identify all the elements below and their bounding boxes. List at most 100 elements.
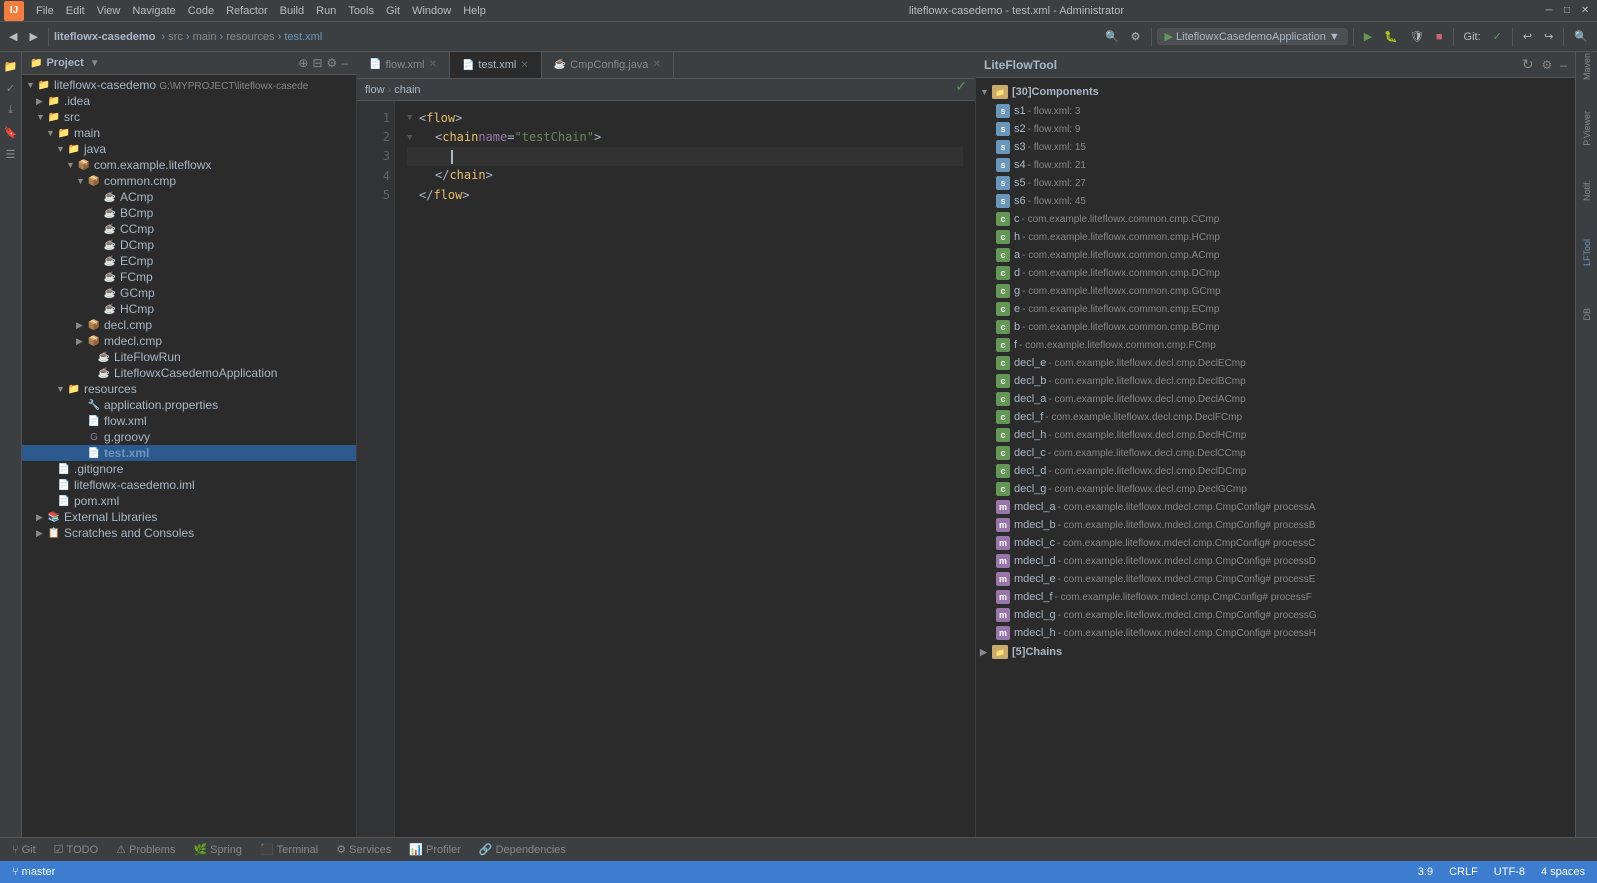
tree-iml[interactable]: 📄 liteflowx-casedemo.iml bbox=[22, 477, 356, 493]
fold-btn-2[interactable]: ▼ bbox=[407, 131, 419, 145]
toolbar-search2[interactable]: 🔍 bbox=[1569, 28, 1593, 45]
liteflow-tool-settings[interactable]: ⚙ bbox=[1542, 58, 1553, 72]
rt-item-decl-d[interactable]: c decl_d - com.example.liteflowx.decl.cm… bbox=[976, 462, 1575, 480]
tree-root[interactable]: 📁 liteflowx-casedemo G:\MYPROJECT\litefl… bbox=[22, 77, 356, 93]
breadcrumb-chain[interactable]: chain bbox=[394, 84, 420, 96]
rt-item-decl-h[interactable]: c decl_h - com.example.liteflowx.decl.cm… bbox=[976, 426, 1575, 444]
tree-test-xml[interactable]: 📄 test.xml bbox=[22, 445, 356, 461]
sidebar-structure-icon[interactable]: ☰ bbox=[1, 144, 21, 164]
rt-item-s3[interactable]: s s3 - flow.xml: 15 bbox=[976, 138, 1575, 156]
rt-item-mdecl-f[interactable]: m mdecl_f - com.example.liteflowx.mdecl.… bbox=[976, 588, 1575, 606]
status-line-col[interactable]: 3:9 bbox=[1414, 866, 1437, 878]
tree-decl-cmp[interactable]: 📦 decl.cmp bbox=[22, 317, 356, 333]
tree-gitignore[interactable]: 📄 .gitignore bbox=[22, 461, 356, 477]
win-close[interactable]: ✕ bbox=[1577, 3, 1593, 19]
pawviewer-icon[interactable]: P.Viewer bbox=[1577, 118, 1597, 138]
menu-file[interactable]: File bbox=[30, 0, 60, 22]
project-panel-settings[interactable]: ⚙ bbox=[327, 56, 338, 70]
menu-edit[interactable]: Edit bbox=[60, 0, 91, 22]
menu-run[interactable]: Run bbox=[310, 0, 342, 22]
tree-ccmp[interactable]: ☕ CCmp bbox=[22, 221, 356, 237]
tab-spring[interactable]: 🌿 Spring bbox=[185, 841, 250, 858]
win-minimize[interactable]: ─ bbox=[1541, 3, 1557, 19]
rt-item-s2[interactable]: s s2 - flow.xml: 9 bbox=[976, 120, 1575, 138]
rt-item-c[interactable]: c c - com.example.liteflowx.common.cmp.C… bbox=[976, 210, 1575, 228]
tree-package-root[interactable]: 📦 com.example.liteflowx bbox=[22, 157, 356, 173]
menu-tools[interactable]: Tools bbox=[342, 0, 380, 22]
tree-fcmp[interactable]: ☕ FCmp bbox=[22, 269, 356, 285]
rt-item-decl-c[interactable]: c decl_c - com.example.liteflowx.decl.cm… bbox=[976, 444, 1575, 462]
tree-bcmp[interactable]: ☕ BCmp bbox=[22, 205, 356, 221]
tab-test-xml-close[interactable]: ✕ bbox=[520, 60, 528, 71]
rt-item-mdecl-c[interactable]: m mdecl_c - com.example.liteflowx.mdecl.… bbox=[976, 534, 1575, 552]
tree-flow-xml[interactable]: 📄 flow.xml bbox=[22, 413, 356, 429]
rt-item-s4[interactable]: s s4 - flow.xml: 21 bbox=[976, 156, 1575, 174]
tree-hcmp[interactable]: ☕ HCmp bbox=[22, 301, 356, 317]
toolbar-git-check[interactable]: ✓ bbox=[1488, 28, 1507, 45]
tree-groovy[interactable]: G g.groovy bbox=[22, 429, 356, 445]
toolbar-redo[interactable]: ↪ bbox=[1539, 28, 1558, 45]
tree-ecmp[interactable]: ☕ ECmp bbox=[22, 253, 356, 269]
toolbar-undo[interactable]: ↩ bbox=[1518, 28, 1537, 45]
toolbar-back[interactable]: ◀ bbox=[4, 28, 22, 45]
sidebar-pullreq-icon[interactable]: ⤓ bbox=[1, 100, 21, 120]
rt-item-g[interactable]: c g - com.example.liteflowx.common.cmp.G… bbox=[976, 282, 1575, 300]
menu-window[interactable]: Window bbox=[406, 0, 457, 22]
tab-services[interactable]: ⚙ Services bbox=[328, 841, 399, 858]
tab-terminal[interactable]: ⬛ Terminal bbox=[252, 841, 326, 858]
tab-flow-xml-close[interactable]: ✕ bbox=[429, 59, 437, 70]
tree-src[interactable]: 📁 src bbox=[22, 109, 356, 125]
rt-item-d[interactable]: c d - com.example.liteflowx.common.cmp.D… bbox=[976, 264, 1575, 282]
rt-item-h[interactable]: c h - com.example.liteflowx.common.cmp.H… bbox=[976, 228, 1575, 246]
rt-item-a[interactable]: c a - com.example.liteflowx.common.cmp.A… bbox=[976, 246, 1575, 264]
rt-item-mdecl-b[interactable]: m mdecl_b - com.example.liteflowx.mdecl.… bbox=[976, 516, 1575, 534]
toolbar-coverage-btn[interactable]: 🛡 bbox=[1405, 28, 1429, 45]
sidebar-bookmarks-icon[interactable]: 🔖 bbox=[1, 122, 21, 142]
toolbar-git[interactable]: Git: bbox=[1459, 29, 1486, 45]
toolbar-settings[interactable]: ⚙ bbox=[1126, 28, 1146, 45]
tree-java[interactable]: 📁 java bbox=[22, 141, 356, 157]
run-config-selector[interactable]: ▶ LiteflowxCasedemoApplication ▼ bbox=[1157, 28, 1348, 45]
menu-refactor[interactable]: Refactor bbox=[220, 0, 274, 22]
project-panel-close[interactable]: – bbox=[341, 56, 348, 70]
tree-common-cmp[interactable]: 📦 common.cmp bbox=[22, 173, 356, 189]
rt-item-decl-b[interactable]: c decl_b - com.example.liteflowx.decl.cm… bbox=[976, 372, 1575, 390]
tree-gcmp[interactable]: ☕ GCmp bbox=[22, 285, 356, 301]
tree-acmp[interactable]: ☕ ACmp bbox=[22, 189, 356, 205]
status-encoding[interactable]: UTF-8 bbox=[1490, 866, 1529, 878]
tree-main[interactable]: 📁 main bbox=[22, 125, 356, 141]
menu-code[interactable]: Code bbox=[182, 0, 220, 22]
toolbar-stop-btn[interactable]: ■ bbox=[1431, 29, 1448, 45]
sidebar-project-icon[interactable]: 📁 bbox=[1, 56, 21, 76]
notifications-icon[interactable]: Notif. bbox=[1577, 180, 1597, 200]
status-indent[interactable]: 4 spaces bbox=[1537, 866, 1589, 878]
toolbar-run-btn[interactable]: ▶ bbox=[1359, 28, 1377, 45]
liteflow-tool-close[interactable]: – bbox=[1560, 58, 1567, 72]
menu-build[interactable]: Build bbox=[274, 0, 310, 22]
rt-item-mdecl-a[interactable]: m mdecl_a - com.example.liteflowx.mdecl.… bbox=[976, 498, 1575, 516]
rt-item-mdecl-g[interactable]: m mdecl_g - com.example.liteflowx.mdecl.… bbox=[976, 606, 1575, 624]
menu-help[interactable]: Help bbox=[457, 0, 492, 22]
rt-item-decl-e[interactable]: c decl_e - com.example.liteflowx.decl.cm… bbox=[976, 354, 1575, 372]
tab-problems[interactable]: ⚠ Problems bbox=[108, 841, 183, 858]
tab-git[interactable]: ⑂ Git bbox=[4, 842, 44, 858]
project-panel-collapse[interactable]: ⊟ bbox=[312, 56, 322, 70]
tree-idea[interactable]: 📁 .idea bbox=[22, 93, 356, 109]
tree-main-app[interactable]: ☕ LiteflowxCasedemoApplication bbox=[22, 365, 356, 381]
tree-dcmp[interactable]: ☕ DCmp bbox=[22, 237, 356, 253]
tree-liteflowrun[interactable]: ☕ LiteFlowRun bbox=[22, 349, 356, 365]
tree-pom[interactable]: 📄 pom.xml bbox=[22, 493, 356, 509]
tab-cmpconfig[interactable]: ☕ CmpConfig.java ✕ bbox=[542, 52, 674, 78]
liteflow-side-icon[interactable]: LFTool bbox=[1577, 242, 1597, 262]
database-icon[interactable]: DB bbox=[1577, 304, 1597, 324]
menu-git[interactable]: Git bbox=[380, 0, 406, 22]
tab-todo[interactable]: ☑ TODO bbox=[46, 841, 106, 858]
rt-item-decl-a[interactable]: c decl_a - com.example.liteflowx.decl.cm… bbox=[976, 390, 1575, 408]
code-area[interactable]: ▼ <flow> ▼ <chain name="testChain"> </c bbox=[395, 101, 975, 837]
toolbar-debug-btn[interactable]: 🐛 bbox=[1379, 28, 1403, 45]
chains-section[interactable]: ▶ 📁 [5]Chains bbox=[976, 642, 1575, 662]
rt-item-b[interactable]: c b - com.example.liteflowx.common.cmp.B… bbox=[976, 318, 1575, 336]
tree-mdecl-cmp[interactable]: 📦 mdecl.cmp bbox=[22, 333, 356, 349]
project-panel-dropdown[interactable]: ▼ bbox=[90, 58, 100, 69]
tab-test-xml[interactable]: 📄 test.xml ✕ bbox=[450, 52, 542, 78]
